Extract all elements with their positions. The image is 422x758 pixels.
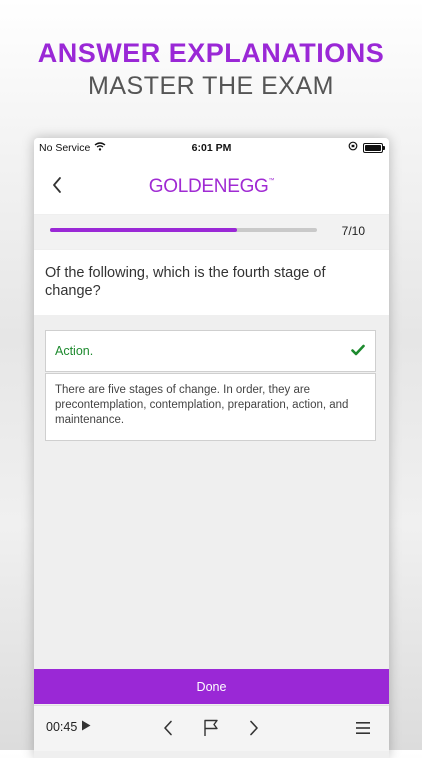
answer-text: Action. — [55, 344, 94, 358]
next-button[interactable] — [243, 717, 265, 739]
hero-title: ANSWER EXPLANATIONS — [37, 38, 385, 68]
logo-text: GOLDENEGG — [148, 176, 269, 197]
flag-button[interactable] — [200, 717, 222, 739]
logo: GOLDENEGG™ — [34, 176, 389, 198]
nav-bar: GOLDENEGG™ — [34, 158, 389, 214]
status-time: 6:01 PM — [191, 142, 232, 154]
progress-track — [50, 228, 317, 232]
timer: 00:45 — [46, 720, 91, 734]
progress-fill — [50, 228, 237, 232]
timer-label: 00:45 — [46, 720, 78, 734]
logo-trademark: ™ — [268, 178, 275, 184]
phone-screen: No Service 6:01 PM GOLDENEGG™ 7/10 Of th… — [34, 138, 389, 758]
status-bar: No Service 6:01 PM — [34, 138, 389, 158]
chevron-left-icon — [164, 720, 172, 736]
done-button[interactable]: Done — [34, 669, 389, 704]
progress-label: 7/10 — [341, 224, 365, 238]
check-icon — [351, 343, 365, 361]
explanation-text: There are five stages of change. In orde… — [55, 384, 349, 426]
previous-button[interactable] — [157, 717, 179, 739]
question-panel: Of the following, which is the fourth st… — [34, 250, 389, 315]
status-right — [348, 141, 385, 154]
progress-row: 7/10 — [34, 215, 389, 249]
chevron-right-icon — [250, 720, 258, 736]
explanation-panel: There are five stages of change. In orde… — [45, 373, 376, 441]
orientation-lock-icon — [348, 141, 358, 154]
bottom-toolbar: 00:45 — [34, 705, 389, 751]
question-text: Of the following, which is the fourth st… — [45, 265, 326, 299]
answer-option-correct[interactable]: Action. — [45, 330, 376, 372]
flag-icon — [204, 719, 218, 736]
menu-button[interactable] — [352, 717, 374, 739]
battery-icon — [363, 142, 385, 153]
hero-subtitle: MASTER THE EXAM — [88, 72, 334, 100]
hamburger-menu-icon — [356, 722, 370, 734]
play-icon[interactable] — [81, 720, 91, 734]
